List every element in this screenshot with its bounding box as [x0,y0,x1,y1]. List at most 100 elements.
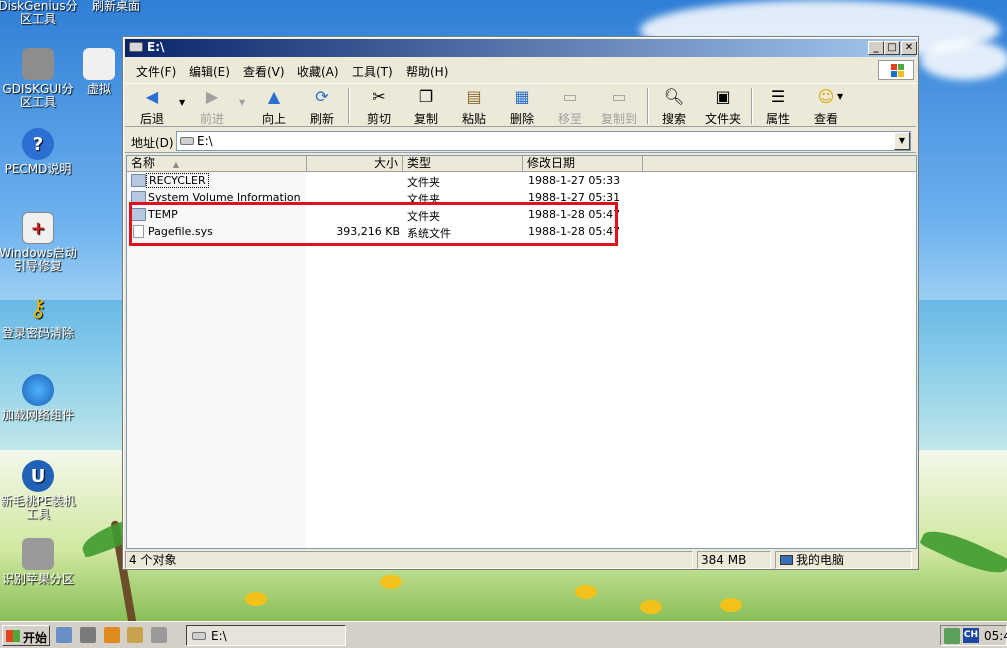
desktop-icon-diskgenius[interactable]: DiskGenius分区工具 [0,0,78,26]
desktop-icon-label: DiskGenius分区工具 [0,0,78,26]
toolbar-separator [647,88,649,124]
column-type-header[interactable]: 类型 [403,156,523,172]
chevron-down-icon[interactable]: ▼ [179,98,185,107]
desktop-icon-label: Windows启动引导修复 [0,246,77,273]
drive-icon [180,137,194,145]
copy-to-button[interactable]: ▭ 复制到 [597,86,641,126]
flower [245,592,267,606]
column-header-label: 类型 [407,156,432,170]
desktop-icon-gdiskgui[interactable]: GDISKGUI分区工具 [0,48,78,109]
windows-logo-icon [878,60,914,80]
refresh-button[interactable]: ⟳ 刷新 [303,86,341,126]
status-location-label: 我的电脑 [796,553,845,567]
chevron-down-icon[interactable]: ▼ [894,132,910,150]
file-type: 文件夹 [407,193,440,202]
toolbar-label: 复制到 [600,112,637,126]
start-button[interactable]: 开始 [2,625,50,646]
explorer-window: E:\ _ □ ✕ 文件(F) 编辑(E) 查看(V) 收藏(A) 工具(T) … [122,36,919,570]
sort-ascending-icon: ▲ [172,160,179,169]
status-size: 384 MB [697,551,771,569]
address-input[interactable]: E:\ ▼ [176,131,911,151]
refresh-icon: ⟳ [315,87,329,106]
scissors-icon: ✂ [372,87,386,106]
quicklaunch-printer-icon[interactable] [80,627,96,643]
cut-button[interactable]: ✂ 剪切 [360,86,398,126]
copy-to-icon: ▭ [611,87,627,106]
list-header: 名称 ▲ 大小 类型 修改日期 [127,156,916,172]
chevron-down-icon[interactable]: ▼ [239,98,245,107]
desktop-icon-pe-installer[interactable]: U 新毛桃PE装机工具 [0,460,78,521]
desktop-icon-label: 登录密码清除 [1,326,74,340]
taskbar-window-button[interactable]: E:\ [186,625,346,646]
quicklaunch-image-icon[interactable] [127,627,143,643]
toolbar-label: 移至 [557,112,582,126]
search-button[interactable]: 🔍︎ 搜索 [655,86,693,126]
desktop-icon-load-network[interactable]: 加载网络组件 [0,374,78,422]
input-language-indicator[interactable]: CH [963,628,979,643]
menu-file[interactable]: 文件(F) [136,63,176,80]
search-icon: 🔍︎ [663,87,685,106]
file-list[interactable]: 名称 ▲ 大小 类型 修改日期 RECYCLER 文件夹 1988-1-27 0… [126,155,917,549]
file-name: RECYCLER [146,173,209,188]
windows-flag-icon [6,630,20,642]
toolbar-label: 前进 [199,112,224,126]
window-title: E:\ [147,40,165,54]
toolbox-icon: + [22,212,54,244]
paste-button[interactable]: ▤ 粘贴 [455,86,493,126]
palm-leaf [919,522,1007,582]
desktop-icon-apple-partition[interactable]: 识别苹果分区 [0,538,78,586]
drive-icon [129,42,143,52]
delete-button[interactable]: ▦ 删除 [503,86,541,126]
maximize-button[interactable]: □ [884,41,900,55]
table-row[interactable]: RECYCLER 文件夹 1988-1-27 05:33 [127,172,916,189]
column-name-header[interactable]: 名称 ▲ [127,156,307,172]
properties-button[interactable]: ☰ 属性 [759,86,797,126]
forward-button[interactable]: ▶ 前进 [193,86,231,126]
table-row[interactable]: System Volume Information 文件夹 1988-1-27 … [127,189,916,202]
desktop-icon-refresh-desktop[interactable]: 刷新桌面 [76,0,156,13]
up-button[interactable]: ▲ 向上 [255,86,293,126]
title-bar[interactable]: E:\ _ □ ✕ [125,39,917,57]
toolbar: ◀ 后退 ▼ ▶ 前进 ▼ ▲ 向上 ⟳ 刷新 ✂ 剪切 ❐ 复制 ▤ 粘贴 ▦… [125,83,916,127]
close-button[interactable]: ✕ [901,41,917,55]
desktop-icon-password-clear[interactable]: ⚷ 登录密码清除 [0,292,78,340]
minimize-button[interactable]: _ [868,41,884,55]
start-label: 开始 [23,631,48,645]
menu-view[interactable]: 查看(V) [243,63,285,80]
u-logo-icon: U [22,460,54,492]
desktop-icon-virtual[interactable]: 虚拟 [76,48,122,96]
address-label: 地址(D) [131,136,174,150]
move-to-button[interactable]: ▭ 移至 [551,86,589,126]
menu-favorites[interactable]: 收藏(A) [297,63,339,80]
menu-edit[interactable]: 编辑(E) [189,63,230,80]
taskbar-window-label: E:\ [211,629,227,643]
menu-tools[interactable]: 工具(T) [352,63,393,80]
column-size-header[interactable]: 大小 [307,156,403,172]
desktop-icon-windows-boot-repair[interactable]: + Windows启动引导修复 [0,212,78,273]
document-icon [83,48,115,80]
address-value: E:\ [197,134,213,148]
quicklaunch-tool-icon[interactable] [56,627,72,643]
properties-icon: ☰ [770,87,786,106]
desktop-icon-pecmd-help[interactable]: ? PECMD说明 [0,128,78,176]
folders-icon: ▣ [715,87,731,106]
folders-button[interactable]: ▣ 文件夹 [701,86,745,126]
paste-icon: ▤ [466,87,482,106]
quicklaunch-folder-icon[interactable] [104,627,120,643]
clock[interactable]: 05:4 [984,629,1007,643]
red-highlight-box [129,202,618,246]
back-button[interactable]: ◀ 后退 [133,86,171,126]
quicklaunch-eraser-icon[interactable] [151,627,167,643]
flower [720,598,742,612]
toolbar-label: 删除 [509,112,534,126]
tray-network-icon[interactable] [944,628,960,644]
toolbar-label: 剪切 [366,112,391,126]
desktop-icon-label: 虚拟 [86,82,111,96]
delete-icon: ▦ [514,87,530,106]
chevron-down-icon[interactable]: ▼ [837,92,843,101]
copy-button[interactable]: ❐ 复制 [407,86,445,126]
desktop-icon-label: 识别苹果分区 [1,572,74,586]
column-date-header[interactable]: 修改日期 [523,156,643,172]
menu-help[interactable]: 帮助(H) [406,63,448,80]
globe-icon [22,374,54,406]
